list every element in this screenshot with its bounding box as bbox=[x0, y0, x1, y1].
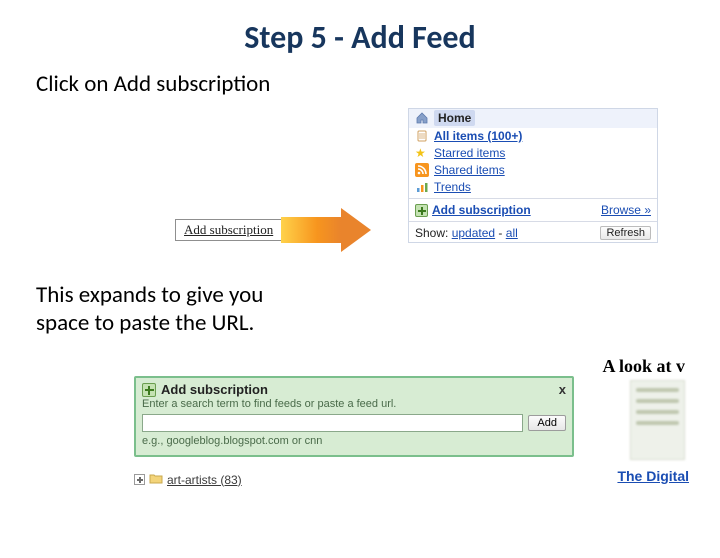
panel-example: e.g., googleblog.blogspot.com or cnn bbox=[142, 435, 566, 447]
expanded-screenshot-area: A look at v Add subscription x Enter a s… bbox=[110, 356, 685, 486]
add-button[interactable]: Add bbox=[528, 415, 566, 431]
sidebar-shared-label: Shared items bbox=[434, 163, 505, 177]
sidebar-item-all-items[interactable]: All items (100+) bbox=[409, 128, 657, 145]
page-icon bbox=[415, 129, 429, 143]
callout-add-subscription-box: Add subscription bbox=[175, 219, 282, 241]
feed-icon bbox=[415, 163, 429, 177]
instruction-expands-l1: This expands to give you bbox=[36, 282, 263, 310]
panel-title: Add subscription bbox=[161, 382, 268, 397]
callout-arrow-row: Add subscription bbox=[175, 208, 371, 252]
panel-hint: Enter a search term to find feeds or pas… bbox=[142, 398, 566, 410]
add-subscription-link[interactable]: Add subscription bbox=[415, 203, 531, 217]
sidebar-trends-label: Trends bbox=[434, 180, 471, 194]
separator bbox=[409, 221, 657, 222]
separator bbox=[409, 198, 657, 199]
refresh-button[interactable]: Refresh bbox=[600, 226, 651, 240]
show-updated-link[interactable]: updated bbox=[452, 226, 495, 240]
sidebar-item-trends[interactable]: Trends bbox=[409, 179, 657, 196]
reader-sidebar-panel: Home All items (100+) ★ Starred items Sh… bbox=[408, 108, 658, 243]
bars-icon bbox=[415, 180, 429, 194]
sidebar-item-shared[interactable]: Shared items bbox=[409, 162, 657, 179]
show-separator: - bbox=[495, 226, 506, 240]
close-icon[interactable]: x bbox=[559, 382, 566, 397]
home-icon bbox=[415, 111, 429, 125]
show-label: Show: bbox=[415, 226, 448, 240]
sidebar-home-label: Home bbox=[434, 110, 475, 126]
feed-url-input[interactable] bbox=[142, 414, 523, 432]
star-icon: ★ bbox=[415, 146, 429, 160]
show-all-link[interactable]: all bbox=[506, 226, 518, 240]
peek-article-title: A look at v bbox=[602, 356, 685, 377]
sidebar-item-starred[interactable]: ★ Starred items bbox=[409, 145, 657, 162]
instruction-expands-l2: space to paste the URL. bbox=[36, 310, 254, 338]
peek-link[interactable]: The Digital bbox=[617, 468, 689, 484]
instruction-click-add: Click on Add subscription bbox=[36, 71, 720, 99]
plus-icon bbox=[142, 383, 156, 397]
add-subscription-label: Add subscription bbox=[432, 203, 531, 217]
peek-background bbox=[630, 380, 685, 460]
folder-icon bbox=[149, 472, 163, 487]
slide-title: Step 5 - Add Feed bbox=[0, 18, 720, 57]
folder-label: art-artists (83) bbox=[167, 473, 242, 487]
add-subscription-panel: Add subscription x Enter a search term t… bbox=[134, 376, 574, 457]
sidebar-item-home[interactable]: Home bbox=[409, 109, 657, 128]
sidebar-all-items-label: All items (100+) bbox=[434, 129, 522, 143]
sidebar-starred-label: Starred items bbox=[434, 146, 505, 160]
show-filter: Show: updated - all bbox=[415, 226, 518, 240]
plus-icon bbox=[415, 204, 428, 217]
expand-icon[interactable] bbox=[134, 474, 145, 485]
folder-row[interactable]: art-artists (83) bbox=[134, 472, 242, 487]
arrow-icon bbox=[281, 208, 371, 252]
browse-link[interactable]: Browse » bbox=[601, 203, 651, 217]
